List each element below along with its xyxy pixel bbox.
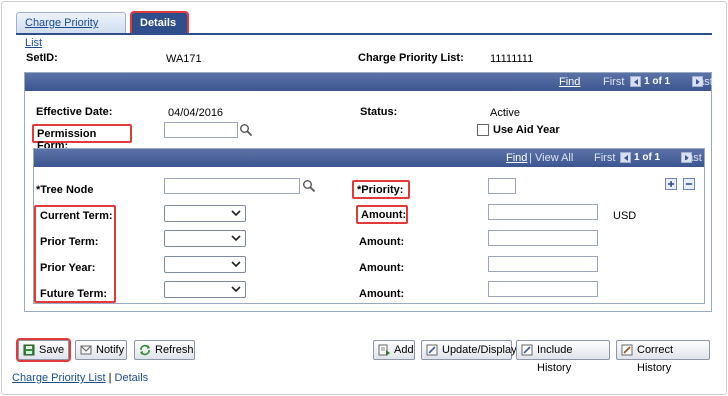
chevron-down-icon (231, 261, 241, 268)
prior-year-amount-input[interactable] (488, 256, 598, 272)
future-term-label: Future Term: (40, 288, 108, 300)
inner-last-label: Last (681, 152, 702, 164)
view-all-link[interactable]: View All (535, 152, 573, 164)
refresh-label: Refresh (155, 344, 194, 356)
inner-nav-bar: Find | View All First 1 of 1 Last (34, 149, 704, 167)
include-history-label: Include History (537, 344, 573, 374)
priority-input[interactable] (488, 178, 516, 194)
prior-term-select[interactable] (164, 230, 246, 247)
outer-find-link[interactable]: Find (559, 76, 580, 88)
refresh-icon (140, 344, 150, 356)
inner-separator: | (529, 152, 532, 164)
notify-label: Notify (96, 344, 125, 356)
tree-node-box: Find | View All First 1 of 1 Last (33, 148, 705, 304)
tab-divider (16, 33, 712, 35)
save-label: Save (39, 344, 65, 356)
inner-first-label: First (594, 152, 616, 164)
priority-label: *Priority: (352, 180, 410, 199)
update-display-icon (426, 344, 438, 356)
footer-separator: | (108, 372, 112, 384)
add-label: Add (394, 344, 414, 356)
charge-priority-list-label: Charge Priority List: (358, 52, 464, 64)
use-aid-year-label: Use Aid Year (493, 124, 560, 136)
future-term-amount-label: Amount: (359, 288, 405, 300)
effective-date-value: 04/04/2016 (168, 107, 224, 119)
current-term-select[interactable] (164, 205, 246, 222)
add-icon (378, 344, 390, 356)
chevron-down-icon (231, 235, 241, 242)
currency-label: USD (613, 210, 637, 222)
correct-history-icon (621, 344, 633, 356)
add-row-icon[interactable] (665, 178, 677, 190)
prior-term-label: Prior Term: (40, 236, 99, 248)
outer-count: 1 of 1 (644, 76, 671, 87)
update-display-label: Update/Display (442, 344, 517, 356)
effective-date-label: Effective Date: (36, 106, 113, 118)
footer-charge-priority-list-link[interactable]: Charge Priority List (12, 372, 106, 384)
inner-prev-arrow-icon[interactable] (620, 152, 631, 163)
prior-year-select[interactable] (164, 256, 246, 273)
outer-first-label: First (603, 76, 625, 88)
future-term-select[interactable] (164, 281, 246, 298)
status-value: Active (490, 107, 520, 119)
update-display-button[interactable]: Update/Display (421, 340, 517, 360)
permission-form-input[interactable] (164, 122, 238, 138)
use-aid-year-checkbox[interactable] (477, 124, 489, 136)
inner-find-link[interactable]: Find (506, 152, 527, 164)
correct-history-button[interactable]: Correct History (616, 340, 710, 374)
outer-nav-bar: Find First 1 of 1 Last (25, 73, 713, 91)
footer-nav: Charge Priority List | Details (12, 372, 148, 384)
current-term-amount-label: Amount: (356, 205, 408, 224)
tree-node-input[interactable] (164, 178, 300, 194)
current-term-amount-input[interactable] (488, 204, 598, 220)
correct-history-label: Correct History (637, 344, 674, 374)
permission-form-lookup-icon[interactable] (239, 123, 253, 137)
prior-term-amount-input[interactable] (488, 230, 598, 246)
tab-charge-priority-list[interactable]: Charge Priority List (16, 12, 126, 49)
tab-details[interactable]: Details (130, 11, 189, 35)
status-label: Status: (360, 106, 398, 118)
delete-row-icon[interactable] (683, 178, 695, 190)
chevron-down-icon (231, 210, 241, 217)
permission-form-label: Permission Form: (32, 124, 132, 152)
outer-last-label: Last (692, 76, 713, 88)
setid-label: SetID: (26, 52, 58, 64)
future-term-amount-input[interactable] (488, 281, 598, 297)
refresh-button[interactable]: Refresh (134, 340, 195, 360)
include-history-button[interactable]: Include History (516, 340, 610, 374)
footer-details-link[interactable]: Details (115, 372, 149, 384)
save-button[interactable]: Save (16, 338, 71, 362)
current-term-label: Current Term: (40, 210, 113, 222)
tree-node-label: *Tree Node (36, 184, 94, 196)
prior-year-label: Prior Year: (40, 262, 96, 274)
include-history-icon (521, 344, 533, 356)
prev-arrow-icon[interactable] (630, 76, 641, 87)
setid-value: WA171 (166, 53, 202, 65)
add-button[interactable]: Add (373, 340, 415, 360)
prior-year-amount-label: Amount: (359, 262, 405, 274)
chevron-down-icon (231, 286, 241, 293)
tree-node-lookup-icon[interactable] (302, 179, 316, 193)
inner-count: 1 of 1 (634, 152, 661, 163)
notify-icon (80, 345, 92, 355)
prior-term-amount-label: Amount: (359, 236, 405, 248)
save-icon (23, 344, 35, 356)
charge-priority-list-value: 11111111 (490, 53, 534, 65)
notify-button[interactable]: Notify (75, 340, 127, 360)
